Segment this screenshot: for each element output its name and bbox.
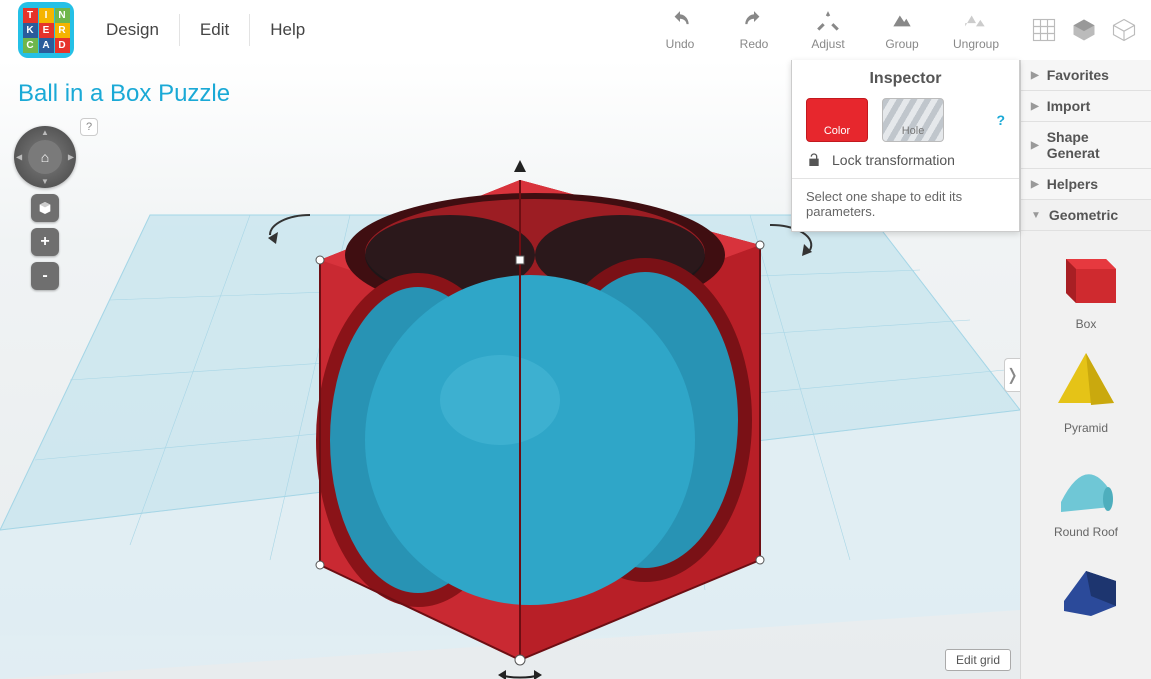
hole-swatch[interactable]: Hole [882, 98, 944, 142]
shapes-sidepanel: ▶ Favorites ▶ Import ▶ Shape Generat ▶ Helpe… [1020, 60, 1151, 679]
view-mode-icons [1029, 15, 1139, 45]
shape-roof[interactable] [1046, 551, 1126, 625]
chevron-right-icon: ▶ [1031, 179, 1039, 190]
section-favorites[interactable]: ▶ Favorites [1021, 60, 1151, 91]
group-button[interactable]: Group [877, 9, 927, 51]
section-geometric[interactable]: ▼ Geometric [1021, 200, 1151, 231]
lock-transformation-row[interactable]: Lock transformation [792, 152, 1019, 179]
edit-grid-button[interactable]: Edit grid [945, 649, 1011, 671]
solid-view-icon[interactable] [1069, 15, 1099, 45]
menu-design[interactable]: Design [86, 14, 180, 46]
section-import[interactable]: ▶ Import [1021, 91, 1151, 122]
unlock-icon [806, 152, 822, 168]
transparent-view-icon[interactable] [1109, 15, 1139, 45]
redo-icon [741, 9, 767, 35]
group-icon [889, 9, 915, 35]
main-menu: Design Edit Help [86, 14, 325, 46]
cube-icon [37, 200, 53, 216]
adjust-button[interactable]: Adjust [803, 9, 853, 51]
undo-label: Undo [666, 37, 695, 51]
section-label: Favorites [1047, 67, 1109, 83]
color-swatch[interactable]: Color [806, 98, 868, 142]
fit-view-button[interactable] [31, 194, 59, 222]
chevron-right-icon: ▶ [1031, 140, 1039, 151]
chevron-right-icon: ▶ [1031, 101, 1039, 112]
ungroup-label: Ungroup [953, 37, 999, 51]
shape-label: Pyramid [1064, 421, 1108, 435]
geometric-shapes-list: Box Pyramid Round Roof [1021, 231, 1151, 633]
home-icon: ⌂ [14, 126, 76, 188]
view-controls: ▲ ▼ ▶ ◀ ⌂ + - [14, 126, 76, 290]
redo-label: Redo [740, 37, 769, 51]
zoom-in-button[interactable]: + [31, 228, 59, 256]
chevron-right-icon: ▶ [1031, 70, 1039, 81]
panel-collapse-button[interactable]: ❭ [1004, 358, 1020, 392]
viewcube-help-icon[interactable]: ? [80, 118, 98, 136]
redo-button[interactable]: Redo [729, 9, 779, 51]
inspector-swatches: Color Hole ? [792, 98, 1019, 152]
grid-view-icon[interactable] [1029, 15, 1059, 45]
inspector-panel: Inspector Color Hole ? Lock transformati… [791, 60, 1020, 232]
shape-round-roof[interactable]: Round Roof [1046, 447, 1126, 539]
section-label: Shape Generat [1047, 129, 1141, 161]
undo-icon [667, 9, 693, 35]
section-label: Geometric [1049, 207, 1118, 223]
model-box [320, 180, 760, 660]
app-logo[interactable]: TIN KER CAD [18, 2, 74, 58]
inspector-help-icon[interactable]: ? [996, 112, 1005, 128]
ungroup-button[interactable]: Ungroup [951, 9, 1001, 51]
adjust-icon [815, 9, 841, 35]
menu-edit[interactable]: Edit [180, 14, 250, 46]
undo-button[interactable]: Undo [655, 9, 705, 51]
section-helpers[interactable]: ▶ Helpers [1021, 169, 1151, 200]
orbit-control[interactable]: ▲ ▼ ▶ ◀ ⌂ [14, 126, 76, 188]
lock-label: Lock transformation [832, 152, 955, 168]
inspector-message: Select one shape to edit its parameters. [792, 179, 1019, 221]
group-label: Group [885, 37, 918, 51]
section-shape-generators[interactable]: ▶ Shape Generat [1021, 122, 1151, 169]
shape-label: Round Roof [1054, 525, 1118, 539]
adjust-label: Adjust [811, 37, 844, 51]
section-label: Helpers [1047, 176, 1098, 192]
zoom-out-button[interactable]: - [31, 262, 59, 290]
shape-pyramid[interactable]: Pyramid [1046, 343, 1126, 435]
section-label: Import [1047, 98, 1091, 114]
menu-help[interactable]: Help [250, 14, 325, 46]
top-toolbar: TIN KER CAD Design Edit Help Undo Redo A… [0, 0, 1151, 60]
project-title[interactable]: Ball in a Box Puzzle [18, 80, 230, 108]
ungroup-icon [963, 9, 989, 35]
chevron-down-icon: ▼ [1031, 210, 1041, 221]
shape-label: Box [1076, 317, 1097, 331]
inspector-title: Inspector [792, 70, 1019, 88]
action-tools: Undo Redo Adjust Group Ungroup [655, 9, 1001, 51]
shape-box[interactable]: Box [1046, 239, 1126, 331]
